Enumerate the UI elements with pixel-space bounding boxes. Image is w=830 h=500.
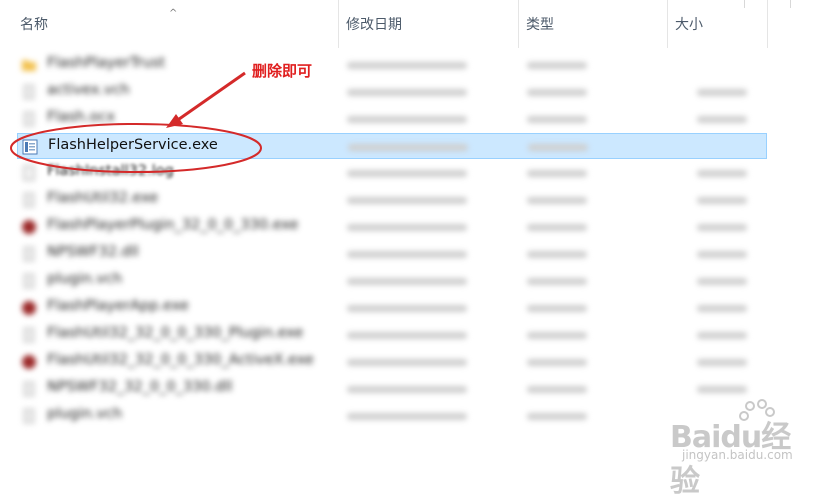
file-name: FlashUtil32_32_0_0_330_Plugin.exe — [47, 325, 304, 341]
file-row[interactable]: FlashInstall32.log — [17, 160, 767, 186]
file-size — [697, 116, 747, 123]
log-icon — [21, 165, 37, 181]
date-modified — [348, 144, 468, 151]
date-modified — [347, 170, 467, 177]
file-type — [527, 332, 587, 339]
file-name: NPSWF32.dll — [47, 244, 139, 260]
date-modified — [347, 89, 467, 96]
file-name: NPSWF32_32_0_0_330.dll — [47, 379, 233, 395]
date-modified — [347, 386, 467, 393]
date-modified — [347, 251, 467, 258]
app-icon — [21, 354, 37, 370]
file-name: plugin.vch — [47, 271, 123, 287]
file-size — [697, 359, 747, 366]
date-modified — [347, 62, 467, 69]
file-row[interactable]: FlashUtil32_32_0_0_330_Plugin.exe — [17, 322, 767, 348]
file-type — [527, 62, 587, 69]
file-type — [527, 386, 587, 393]
date-modified — [347, 197, 467, 204]
file-row[interactable]: activex.vch — [17, 79, 767, 105]
column-header-size[interactable]: 大小 — [668, 0, 768, 48]
file-size — [697, 251, 747, 258]
file-type — [527, 251, 587, 258]
annotation-label: 删除即可 — [252, 62, 313, 80]
date-modified — [347, 413, 467, 420]
file-row[interactable]: NPSWF32.dll — [17, 241, 767, 267]
file-type — [527, 224, 587, 231]
file-name: FlashInstall32.log — [47, 163, 174, 179]
exe-icon — [22, 139, 38, 155]
file-row[interactable]: plugin.vch — [17, 268, 767, 294]
file-size — [697, 89, 747, 96]
file-icon — [21, 246, 37, 262]
column-header: ^ 名称 修改日期 类型 大小 — [0, 0, 830, 48]
file-name: FlashUtil32.exe — [47, 190, 159, 206]
file-name: activex.vch — [47, 82, 130, 98]
file-icon — [21, 192, 37, 208]
date-modified — [347, 278, 467, 285]
file-type — [527, 170, 587, 177]
file-name: Flash.ocx — [47, 109, 116, 125]
column-header-name[interactable]: 名称 — [13, 0, 339, 48]
watermark-url: jingyan.baidu.com — [682, 448, 793, 462]
file-size — [697, 305, 747, 312]
file-size — [697, 332, 747, 339]
date-modified — [347, 332, 467, 339]
file-row[interactable]: FlashPlayerApp.exe — [17, 295, 767, 321]
header-divider — [790, 0, 791, 8]
file-type — [527, 116, 587, 123]
file-type — [527, 89, 587, 96]
file-size — [697, 170, 747, 177]
column-header-type[interactable]: 类型 — [519, 0, 668, 48]
file-name: FlashPlayerPlugin_32_0_0_330.exe — [47, 217, 299, 233]
file-row[interactable]: FlashUtil32_32_0_0_330_ActiveX.exe — [17, 349, 767, 375]
file-type — [527, 197, 587, 204]
file-size — [697, 224, 747, 231]
date-modified — [347, 116, 467, 123]
file-row[interactable]: FlashUtil32.exe — [17, 187, 767, 213]
file-row[interactable]: FlashPlayerPlugin_32_0_0_330.exe — [17, 214, 767, 240]
file-name: FlashPlayerApp.exe — [47, 298, 189, 314]
file-row[interactable]: FlashPlayerTrust — [17, 52, 767, 78]
file-row[interactable]: Flash.ocx — [17, 106, 767, 132]
file-icon — [21, 273, 37, 289]
file-type — [527, 305, 587, 312]
file-type — [527, 278, 587, 285]
date-modified — [347, 305, 467, 312]
file-name: FlashPlayerTrust — [47, 55, 166, 71]
folder-icon — [21, 57, 37, 73]
file-icon — [21, 327, 37, 343]
file-name: FlashUtil32_32_0_0_330_ActiveX.exe — [47, 352, 314, 368]
baidu-watermark: Baidu经验 jingyan.baidu.com — [638, 398, 818, 499]
file-type — [528, 144, 588, 151]
file-size — [697, 278, 747, 285]
file-size — [697, 386, 747, 393]
file-size — [697, 197, 747, 204]
file-type — [527, 359, 587, 366]
file-icon — [21, 111, 37, 127]
file-name: FlashHelperService.exe — [48, 137, 218, 153]
file-name: plugin.vch — [47, 406, 123, 422]
file-type — [527, 413, 587, 420]
date-modified — [347, 359, 467, 366]
date-modified — [347, 224, 467, 231]
file-icon — [21, 84, 37, 100]
file-icon — [21, 381, 37, 397]
file-row-selected[interactable]: FlashHelperService.exe — [17, 133, 767, 159]
app-icon — [21, 300, 37, 316]
file-icon — [21, 408, 37, 424]
app-icon — [21, 219, 37, 235]
column-header-date-modified[interactable]: 修改日期 — [339, 0, 519, 48]
